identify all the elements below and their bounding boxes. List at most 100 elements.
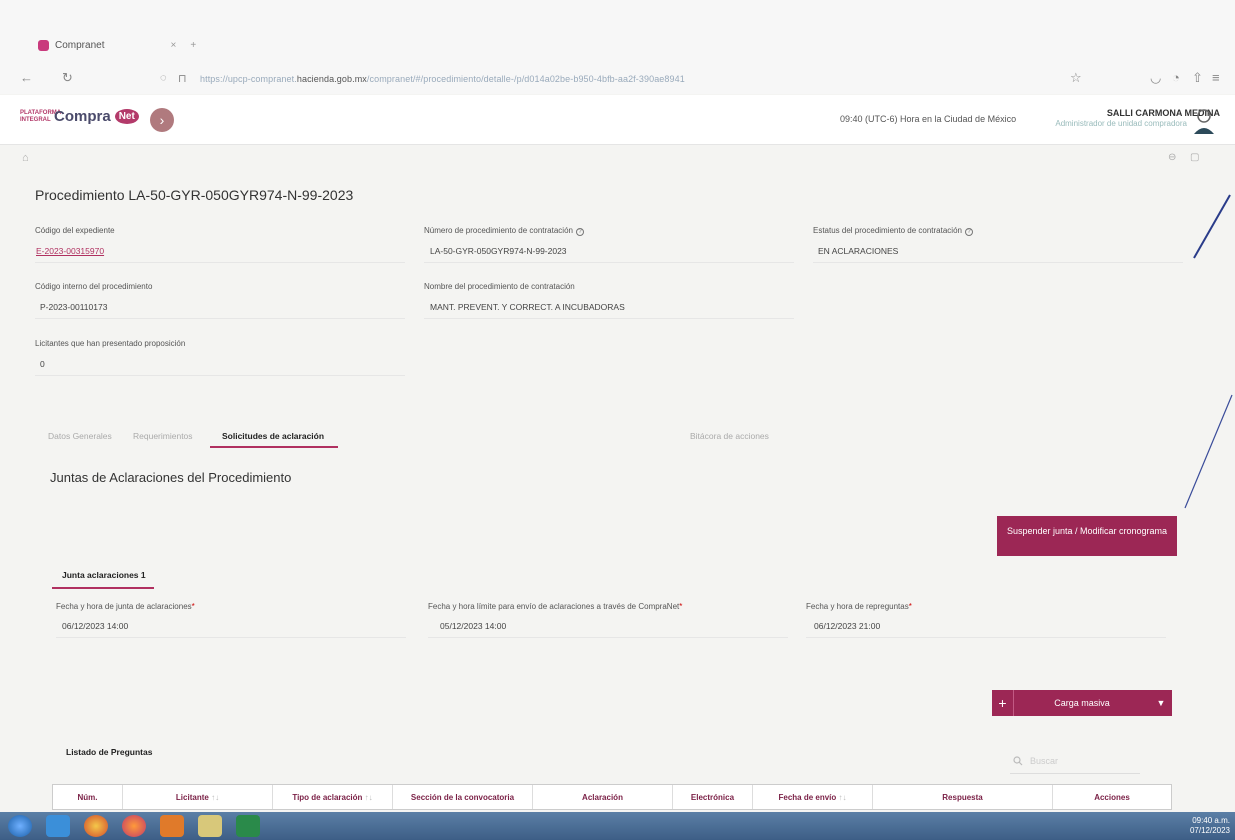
fecha-repreguntas-label: Fecha y hora de repreguntas* [806,602,912,611]
field-divider [806,637,1166,638]
fecha-limite-label-text: Fecha y hora límite para envío de aclara… [428,602,680,611]
fecha-junta-label: Fecha y hora de junta de aclaraciones* [56,602,195,611]
numero-proc-label-text: Número de procedimiento de contratación [424,226,573,235]
column-header-licitante-text: Licitante [175,793,209,802]
sort-icon[interactable]: ↑↓ [839,793,847,802]
field-divider [56,637,406,638]
codigo-expediente-label: Código del expediente [35,226,115,235]
firefox-icon[interactable] [122,815,146,837]
suspend-junta-button[interactable]: Suspender junta / Modificar cronograma [997,516,1177,556]
collapse-icon[interactable]: ⊖ [1168,152,1176,163]
internet-explorer-icon[interactable] [46,815,70,837]
logo-text: Compra [54,108,111,125]
reload-icon[interactable]: ↻ [62,70,73,86]
help-icon[interactable]: ? [575,228,584,236]
excel-icon[interactable] [236,815,260,837]
field-divider [424,262,794,263]
active-tab-indicator [210,446,338,448]
browser-tab[interactable]: Compranet × + [38,36,198,54]
extensions-icon[interactable]: ⇧ [1192,70,1203,86]
tab-datos-generales[interactable]: Datos Generales [48,431,112,441]
numero-proc-value: LA-50-GYR-050GYR974-N-99-2023 [430,246,567,256]
pocket-icon[interactable]: ◡ [1150,70,1161,86]
url-field[interactable]: https://upcp-compranet.hacienda.gob.mx/c… [200,74,685,84]
tab-requerimientos[interactable]: Requerimientos [133,431,193,441]
codigo-expediente-link[interactable]: E-2023-00315970 [36,246,104,256]
field-divider [35,318,405,319]
browser-tab-title: Compranet [55,39,105,51]
account-icon[interactable]: ◔ [1172,70,1180,85]
chevron-right-icon: › [159,112,165,128]
required-mark: * [191,602,195,611]
handwritten-mark [1184,194,1233,509]
carga-masiva-button[interactable]: + Carga masiva ▼ [992,690,1172,716]
column-header-licitante[interactable]: Licitante ↑↓ [123,785,273,809]
tab-junta-aclaraciones-1[interactable]: Junta aclaraciones 1 [62,570,146,580]
chrome-icon[interactable] [84,815,108,837]
logo-small-text: PLATAFORMA INTEGRAL [20,109,61,123]
search-input[interactable]: Buscar [1010,752,1140,774]
expand-icon[interactable]: ▢ [1190,152,1199,163]
compranet-logo[interactable]: PLATAFORMA INTEGRAL Compra Net [20,108,139,125]
estatus-label: Estatus del procedimiento de contratació… [813,226,973,236]
fecha-repreguntas-value[interactable]: 06/12/2023 21:00 [814,621,880,631]
new-tab-icon[interactable]: + [190,40,196,51]
column-header-aclaracion[interactable]: Aclaración [533,785,673,809]
estatus-value: EN ACLARACIONES [818,246,899,256]
start-button-icon[interactable] [8,815,32,837]
column-header-fecha-envio[interactable]: Fecha de envío ↑↓ [753,785,873,809]
logo-net-badge: Net [114,109,139,124]
plus-icon: + [992,690,1014,716]
menu-icon[interactable]: ≡ [1212,70,1220,85]
tab-solicitudes-aclaracion[interactable]: Solicitudes de aclaración [222,431,324,441]
user-role: Administrador de unidad compradora [1055,119,1187,128]
home-icon[interactable]: ⌂ [22,152,29,164]
url-domain: hacienda.gob.mx [296,74,367,84]
compranet-favicon-icon [38,39,49,51]
field-divider [428,637,788,638]
file-explorer-icon[interactable] [198,815,222,837]
expand-menu-button[interactable]: › [150,108,174,132]
help-icon[interactable]: ? [964,228,973,236]
licitantes-label: Licitantes que han presentado proposició… [35,339,186,348]
system-tray-clock[interactable]: 09:40 a.m. 07/12/2023 [1150,816,1230,836]
codigo-interno-value: P-2023-00110173 [40,302,108,312]
estatus-label-text: Estatus del procedimiento de contratació… [813,226,962,235]
fecha-limite-value[interactable]: 05/12/2023 14:00 [440,621,506,631]
nombre-proc-label: Nombre del procedimiento de contratación [424,282,575,291]
field-divider [813,262,1183,263]
column-header-tipo[interactable]: Tipo de aclaración ↑↓ [273,785,393,809]
column-header-seccion[interactable]: Sección de la convocatoria [393,785,533,809]
bookmark-star-icon[interactable]: ☆ [1070,70,1082,86]
numero-proc-label: Número de procedimiento de contratación? [424,226,584,236]
user-avatar-icon[interactable] [1192,108,1216,136]
sort-icon[interactable]: ↑↓ [211,793,219,802]
chevron-down-icon[interactable]: ▼ [1150,698,1172,708]
column-header-acciones[interactable]: Acciones [1053,785,1171,809]
lock-icon: ⊓ [178,73,187,85]
codigo-interno-label: Código interno del procedimiento [35,282,153,291]
fecha-junta-value[interactable]: 06/12/2023 14:00 [62,621,128,631]
sort-icon[interactable]: ↑↓ [365,793,373,802]
fecha-junta-label-text: Fecha y hora de junta de aclaraciones [56,602,192,611]
fecha-repreguntas-label-text: Fecha y hora de repreguntas [806,602,909,611]
column-header-electronica[interactable]: Electrónica [673,785,753,809]
shield-icon: ◌ [160,72,167,84]
tray-time: 09:40 a.m. [1192,816,1230,825]
licitantes-value: 0 [40,359,45,369]
column-header-fecha-text: Fecha de envío [778,793,837,802]
tab-bitacora-acciones[interactable]: Bitácora de acciones [690,431,769,441]
column-header-respuesta[interactable]: Respuesta [873,785,1053,809]
preguntas-table-header: Núm. Licitante ↑↓ Tipo de aclaración ↑↓ … [52,784,1172,810]
juntas-section-title: Juntas de Aclaraciones del Procedimiento [50,470,292,485]
required-mark: * [908,602,912,611]
active-junta-indicator [52,587,154,589]
browser-tab-bar [0,0,1235,66]
field-divider [424,318,794,319]
field-divider [35,375,405,376]
column-header-num[interactable]: Núm. [53,785,123,809]
back-arrow-icon[interactable]: ← [20,70,33,85]
listado-preguntas-title: Listado de Preguntas [66,747,153,757]
powerpoint-icon[interactable] [160,815,184,837]
close-tab-icon[interactable]: × [170,40,176,51]
